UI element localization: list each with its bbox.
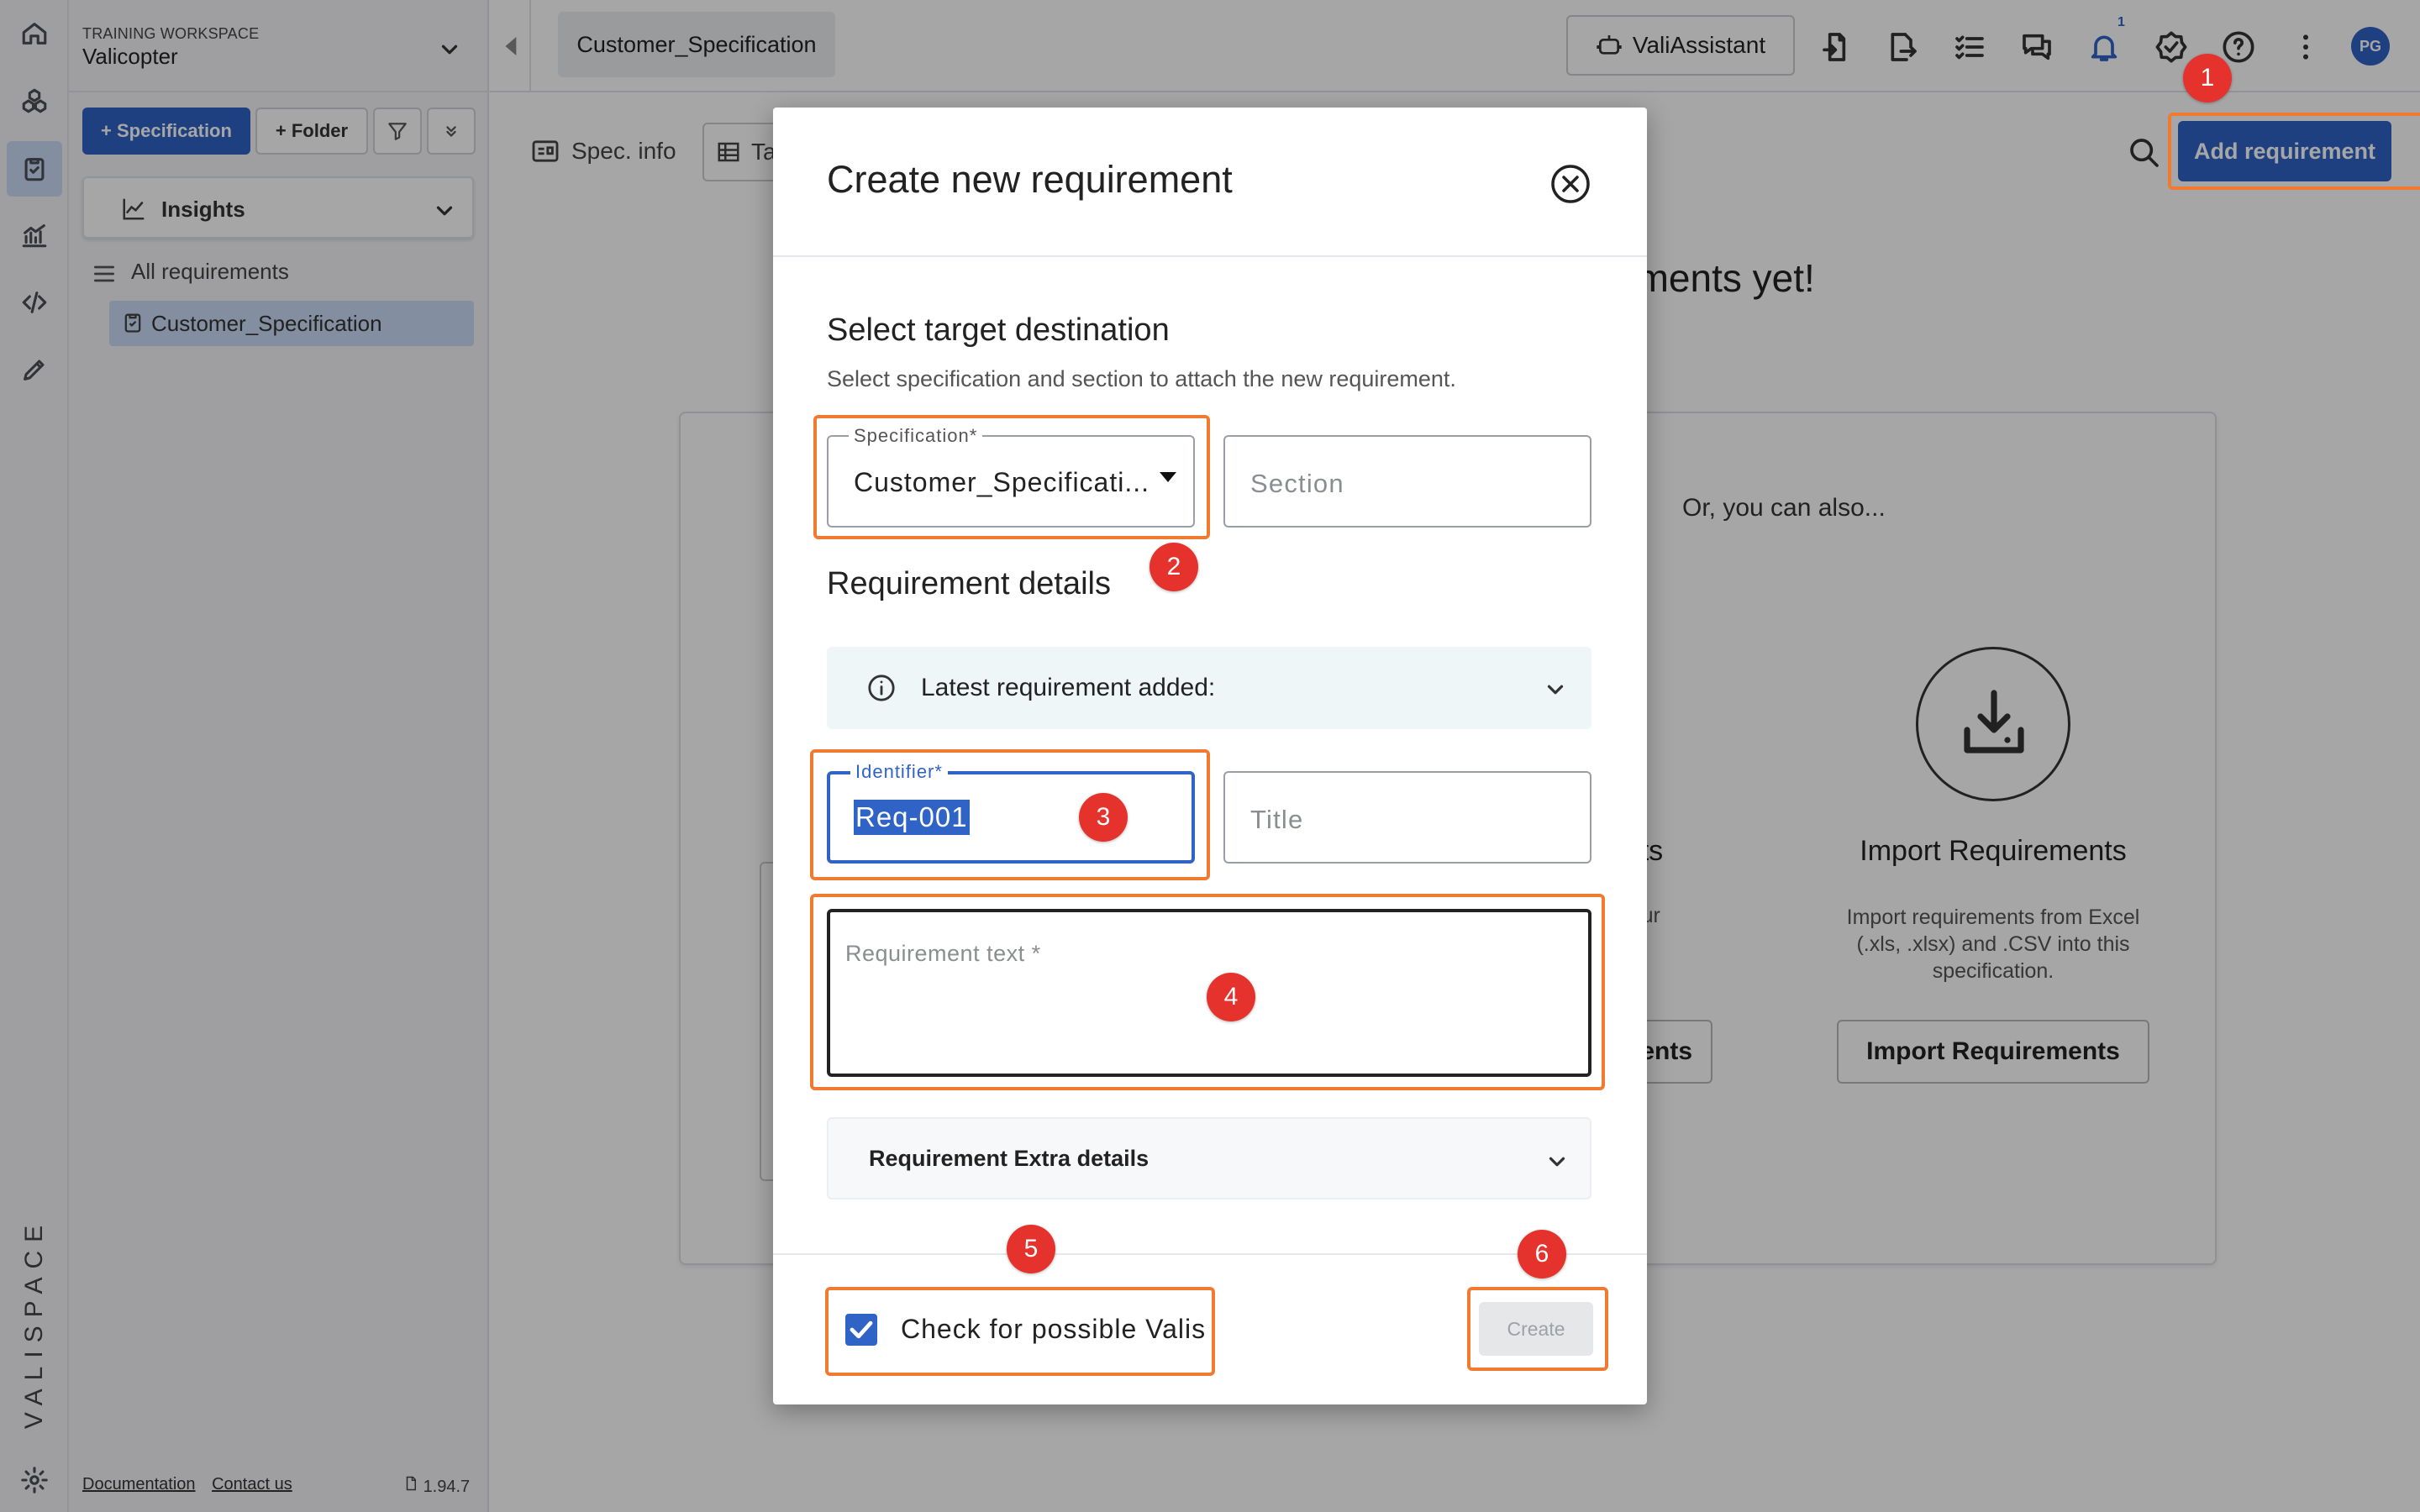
highlight-checkbox (825, 1287, 1215, 1376)
section-placeholder: Section (1250, 469, 1344, 498)
extra-details-label: Requirement Extra details (869, 1146, 1150, 1171)
info-icon (868, 675, 895, 701)
details-heading: Requirement details (827, 566, 1111, 601)
close-icon[interactable] (1549, 163, 1591, 205)
step-badge: 4 (1207, 973, 1255, 1021)
dialog-title: Create new requirement (827, 158, 1233, 201)
divider (773, 1253, 1647, 1255)
extra-details-panel[interactable]: Requirement Extra details (827, 1117, 1591, 1200)
title-placeholder: Title (1250, 805, 1304, 834)
target-description: Select specification and section to atta… (827, 366, 1456, 391)
latest-requirement-label: Latest requirement added: (921, 674, 1216, 701)
title-field[interactable]: Title (1223, 771, 1591, 864)
latest-requirement-panel[interactable]: Latest requirement added: (827, 647, 1591, 729)
target-heading: Select target destination (827, 312, 1170, 348)
highlight-specification (813, 415, 1210, 539)
divider (773, 255, 1647, 257)
highlight-identifier (810, 749, 1210, 880)
chevron-down-icon (1543, 677, 1568, 702)
step-badge: 6 (1518, 1230, 1566, 1278)
chevron-down-icon (1544, 1149, 1570, 1174)
section-select[interactable]: Section (1223, 435, 1591, 528)
highlight-spacer (2170, 113, 2420, 190)
step-badge: 3 (1079, 793, 1128, 842)
step-badge: 2 (1150, 543, 1198, 591)
step-badge: 5 (1007, 1225, 1055, 1273)
step-badge: 1 (2183, 54, 2232, 102)
highlight-create (1467, 1287, 1608, 1371)
